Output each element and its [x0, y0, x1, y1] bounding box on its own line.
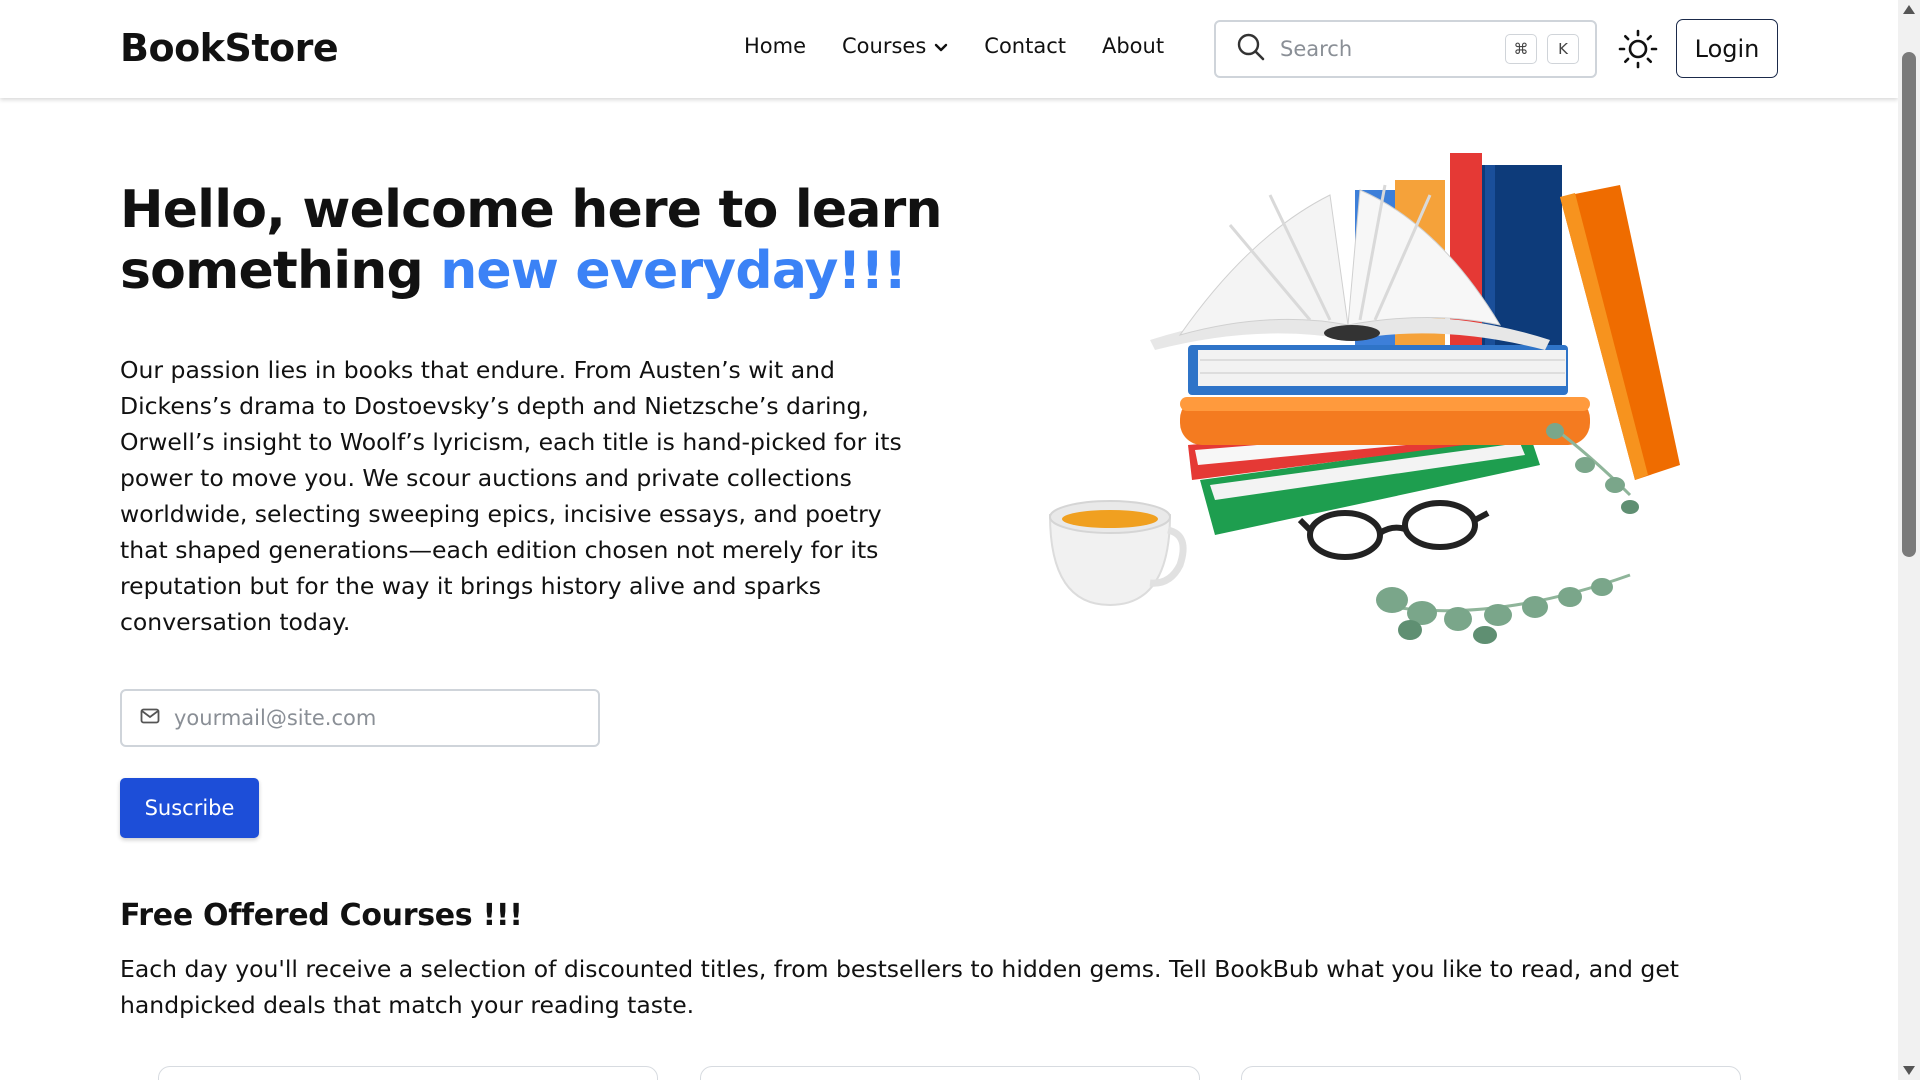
- nav-links: Home Courses Contact About: [744, 34, 1200, 58]
- sun-icon[interactable]: [1618, 29, 1658, 69]
- navbar: BookStore Home Courses Contact About ⌘ K: [0, 0, 1898, 98]
- nav-courses-label: Courses: [842, 34, 927, 58]
- subscribe-button[interactable]: Suscribe: [120, 778, 259, 838]
- scroll-down-arrow-icon[interactable]: [1903, 1066, 1915, 1075]
- scroll-up-arrow-icon[interactable]: [1903, 5, 1915, 14]
- course-card[interactable]: [700, 1066, 1200, 1080]
- email-field-wrapper[interactable]: [120, 689, 600, 747]
- courses-section-title: Free Offered Courses !!!: [120, 898, 523, 933]
- nav-about-link[interactable]: About: [1102, 34, 1164, 58]
- brand-logo[interactable]: BookStore: [120, 26, 339, 70]
- search-input[interactable]: [1280, 37, 1495, 61]
- chevron-down-icon: [934, 34, 948, 58]
- hero-title: Hello, welcome here to learn something n…: [120, 180, 980, 302]
- shortcut-cmd-key: ⌘: [1505, 34, 1537, 64]
- scrollbar-thumb[interactable]: [1902, 52, 1916, 557]
- hero-title-accent: new everyday!!!: [440, 241, 907, 301]
- search-icon: [1236, 32, 1266, 66]
- login-button[interactable]: Login: [1676, 19, 1778, 78]
- course-card[interactable]: [1241, 1066, 1741, 1080]
- shortcut-k-key: K: [1547, 34, 1579, 64]
- nav-courses-dropdown[interactable]: Courses: [842, 34, 948, 58]
- courses-section-description: Each day you'll receive a selection of d…: [120, 955, 1679, 1019]
- search-box[interactable]: ⌘ K: [1214, 20, 1597, 78]
- mail-icon: [140, 708, 160, 728]
- email-field[interactable]: [174, 706, 574, 730]
- nav-contact-link[interactable]: Contact: [984, 34, 1066, 58]
- hero-description: Our passion lies in books that endure. F…: [120, 356, 902, 636]
- course-card[interactable]: [158, 1066, 658, 1080]
- nav-home-link[interactable]: Home: [744, 34, 806, 58]
- books-illustration: [1030, 135, 1690, 655]
